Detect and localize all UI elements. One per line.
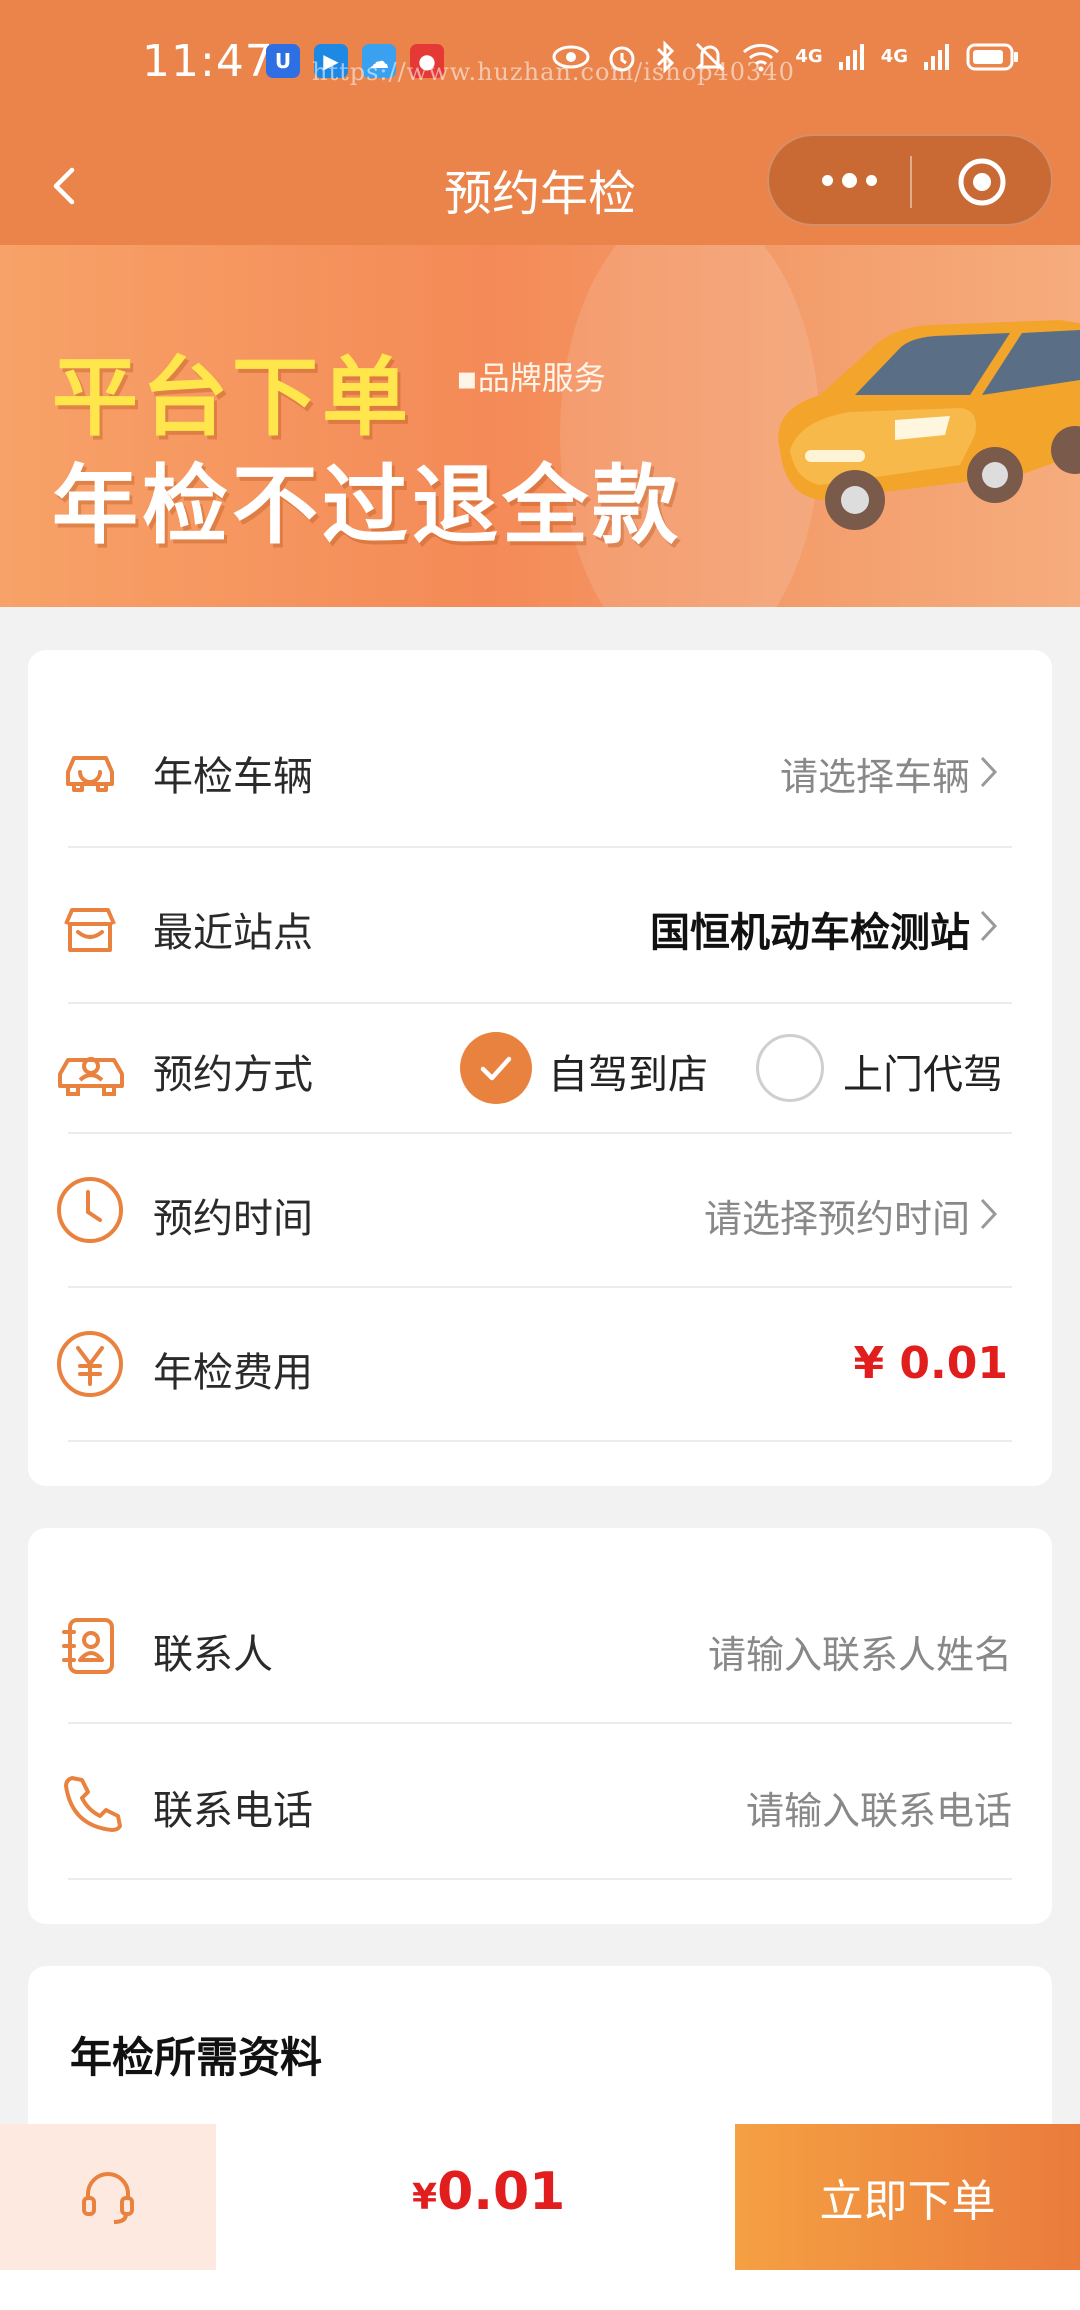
- headset-icon: [82, 2172, 134, 2224]
- car-illustration: [778, 320, 1080, 530]
- promo-banner[interactable]: 平台下单 ▪品牌服务 年检不过退全款: [0, 245, 1080, 607]
- divider: [68, 1440, 1012, 1442]
- clock-icon: [57, 1177, 123, 1243]
- status-bar: 11:47 U ▶ ☁ ● https://www.huzhan.com/ish…: [0, 0, 1080, 130]
- u-app-icon: U: [266, 44, 300, 78]
- divider: [68, 1722, 1012, 1724]
- banner-headline: 平台下单: [52, 348, 412, 448]
- pickup-radio[interactable]: [756, 1034, 824, 1102]
- check-icon: [480, 1056, 512, 1081]
- bottom-price: ¥0.01: [412, 2162, 565, 2222]
- banner-tag: ▪品牌服务: [456, 359, 606, 397]
- station-value: 国恒机动车检测站: [650, 910, 970, 956]
- price-currency: ¥: [412, 2177, 438, 2218]
- vehicle-label: 年检车辆: [153, 754, 313, 800]
- status-indicators: 4G 4G: [551, 40, 1020, 74]
- contact-phone-input[interactable]: 请输入联系电话: [746, 1780, 1012, 1835]
- contact-name-label: 联系人: [153, 1632, 273, 1678]
- chevron-right-icon: [980, 756, 998, 788]
- store-icon: [64, 908, 116, 952]
- materials-title: 年检所需资料: [70, 2033, 323, 2082]
- mini-program-capsule: [767, 134, 1053, 226]
- method-label: 预约方式: [153, 1052, 313, 1098]
- time-value: 请选择预约时间: [703, 1197, 970, 1241]
- car-front-icon: [66, 756, 114, 792]
- car-driver-icon: [58, 1057, 124, 1096]
- yen-icon: [57, 1331, 123, 1397]
- contact-name-input[interactable]: 请输入联系人姓名: [708, 1624, 1012, 1679]
- status-time: 11:47: [142, 36, 274, 87]
- divider: [68, 1002, 1012, 1004]
- station-label: 最近站点: [153, 910, 313, 956]
- vehicle-value: 请选择车辆: [779, 755, 970, 799]
- fee-label: 年检费用: [153, 1350, 313, 1396]
- battery-icon: [966, 43, 1018, 71]
- contact-card: 联系人 请输入联系人姓名 联系电话 请输入联系电话: [28, 1528, 1052, 1924]
- self-drive-label[interactable]: 自驾到店: [548, 1042, 708, 1100]
- divider: [68, 846, 1012, 848]
- fee-value: ¥ 0.01: [853, 1338, 1009, 1389]
- signal-icon: [838, 44, 864, 70]
- mute-bell-icon: [695, 42, 725, 72]
- chevron-right-icon: [980, 1198, 998, 1230]
- order-form-card: 年检车辆 请选择车辆 最近站点 国恒机动车检测站 预约方式 自驾到店 上门代驾 …: [28, 650, 1052, 1486]
- alarm-icon: [609, 46, 635, 72]
- bottom-safe-area: [0, 2270, 1080, 2310]
- banner-subheadline: 年检不过退全款: [52, 456, 682, 556]
- chevron-right-icon: [980, 910, 998, 942]
- pickup-label[interactable]: 上门代驾: [843, 1042, 1003, 1100]
- price-amount: 0.01: [437, 2162, 566, 2222]
- submit-order-button[interactable]: 立即下单: [735, 2124, 1080, 2270]
- bottom-bar: ¥0.01 立即下单: [0, 2124, 1080, 2270]
- divider: [68, 1878, 1012, 1880]
- divider: [68, 1132, 1012, 1134]
- customer-service-button[interactable]: [0, 2124, 216, 2270]
- target-close-icon[interactable]: [956, 156, 1008, 208]
- self-drive-radio[interactable]: [460, 1032, 532, 1104]
- eye-icon: [552, 45, 590, 69]
- bluetooth-icon: [657, 40, 675, 74]
- network-label-2: 4G: [880, 46, 908, 67]
- divider: [68, 1286, 1012, 1288]
- more-dots-icon[interactable]: [809, 158, 889, 202]
- time-label: 预约时间: [153, 1196, 313, 1242]
- signal-icon-2: [924, 44, 949, 70]
- contact-phone-label: 联系电话: [153, 1788, 313, 1834]
- capsule-divider: [910, 156, 912, 208]
- contact-book-icon: [62, 1618, 114, 1674]
- network-label-1: 4G: [795, 46, 823, 67]
- phone-icon: [64, 1776, 122, 1832]
- nav-bar: 预约年检: [0, 130, 1080, 245]
- wifi-icon: [743, 43, 780, 72]
